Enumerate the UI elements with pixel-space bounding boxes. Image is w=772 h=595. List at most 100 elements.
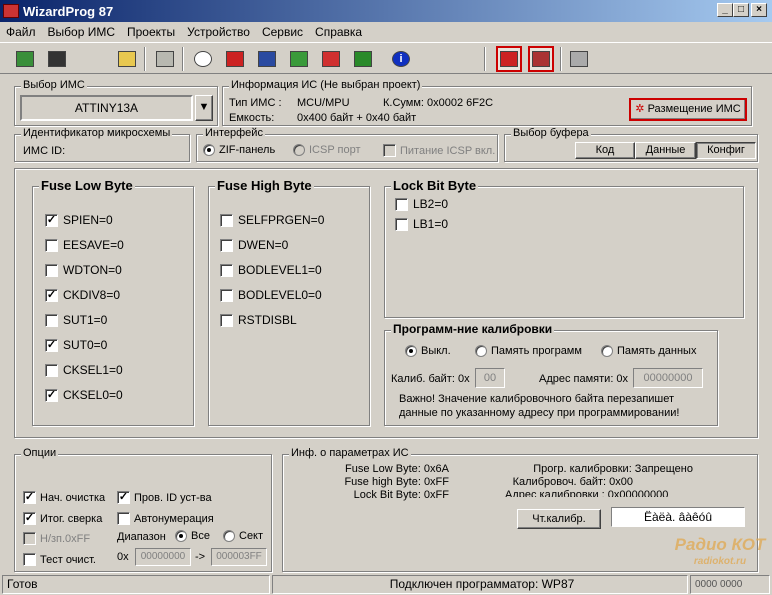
calib-off-radio-control[interactable] bbox=[405, 345, 417, 357]
fuse-high-check[interactable] bbox=[220, 288, 233, 302]
fuse-low-checkbox[interactable]: ✓ CKSEL0=0 bbox=[45, 388, 123, 402]
range-label: Диапазон bbox=[117, 531, 166, 543]
fuse-low-check[interactable] bbox=[45, 238, 58, 252]
lock-bit-checkbox[interactable]: LB2=0 bbox=[395, 197, 448, 211]
fuse-low-check[interactable]: ✓ bbox=[45, 213, 58, 227]
info-icon[interactable]: i bbox=[388, 46, 414, 72]
icsp-power-check[interactable] bbox=[383, 144, 396, 157]
lock-bit-checkbox[interactable]: LB1=0 bbox=[395, 217, 448, 231]
check-id-checkbox[interactable]: ✓ Пров. ID уст-ва bbox=[117, 491, 212, 504]
fuse-low-checkbox[interactable]: SUT1=0 bbox=[45, 313, 107, 327]
menu-service[interactable]: Сервис bbox=[256, 25, 309, 39]
autonumber-checkbox[interactable]: Автонумерация bbox=[117, 512, 214, 525]
calculator-icon[interactable] bbox=[152, 46, 178, 72]
fuse-high-checkbox[interactable]: SELFPRGEN=0 bbox=[220, 213, 324, 227]
test-clean-checkbox[interactable]: Тест очист. bbox=[23, 553, 96, 566]
calib-byte-input[interactable]: 00 bbox=[475, 368, 505, 388]
read-icon[interactable] bbox=[254, 46, 280, 72]
maximize-button[interactable]: □ bbox=[733, 3, 749, 17]
verify-icon[interactable] bbox=[350, 46, 376, 72]
minimize-button[interactable]: _ bbox=[717, 3, 733, 17]
menu-help[interactable]: Справка bbox=[309, 25, 368, 39]
save-icon[interactable] bbox=[44, 46, 70, 72]
final-verify-check[interactable]: ✓ bbox=[23, 512, 36, 525]
close-button[interactable]: × bbox=[751, 3, 767, 17]
fuse-low-checkbox[interactable]: ✓ SUT0=0 bbox=[45, 338, 107, 352]
menu-chip-select[interactable]: Выбор ИМС bbox=[42, 25, 121, 39]
range-all-radio[interactable]: Все bbox=[175, 530, 210, 542]
calib-off-radio[interactable]: Выкл. bbox=[405, 345, 451, 357]
range-all-label: Все bbox=[191, 530, 210, 542]
fuse-low-check[interactable]: ✓ bbox=[45, 288, 58, 302]
calib-data-mem-radio[interactable]: Память данных bbox=[601, 345, 696, 357]
auto-icon[interactable] bbox=[496, 46, 522, 72]
zif-radio[interactable]: ZIF-панель bbox=[203, 144, 275, 156]
h-zp-checkbox[interactable]: Н/зп.0xFF bbox=[23, 532, 90, 545]
fuse-high-check[interactable] bbox=[220, 263, 233, 277]
fuse-high-checkbox[interactable]: RSTDISBL bbox=[220, 313, 297, 327]
open-icon[interactable] bbox=[12, 46, 38, 72]
auto-erase-icon[interactable] bbox=[528, 46, 554, 72]
fuse-low-checkbox[interactable]: ✓ SPIEN=0 bbox=[45, 213, 113, 227]
fuse-low-checkbox[interactable]: CKSEL1=0 bbox=[45, 363, 123, 377]
folder-icon[interactable] bbox=[114, 46, 140, 72]
menu-device[interactable]: Устройство bbox=[181, 25, 256, 39]
read-id-icon[interactable] bbox=[190, 46, 216, 72]
erase-icon[interactable] bbox=[222, 46, 248, 72]
calib-data-mem-radio-control[interactable] bbox=[601, 345, 613, 357]
fuse-low-label: SUT0=0 bbox=[63, 338, 108, 352]
icsp-radio-control[interactable] bbox=[293, 144, 305, 156]
chip-select-value[interactable]: ATTINY13A bbox=[20, 95, 193, 121]
fuse-low-check[interactable] bbox=[45, 363, 58, 377]
fuse-low-checkbox[interactable]: ✓ CKDIV8=0 bbox=[45, 288, 120, 302]
range-to-input[interactable]: 000003FF bbox=[211, 548, 267, 566]
zif-radio-control[interactable] bbox=[203, 144, 215, 156]
read-calib-button[interactable]: Чт.калибр. bbox=[517, 509, 601, 529]
fuse-high-checkbox[interactable]: DWEN=0 bbox=[220, 238, 288, 252]
chevron-down-icon[interactable]: ▼ bbox=[195, 95, 213, 121]
placement-button[interactable]: ✲ Размещение ИМС bbox=[629, 98, 747, 121]
param-fuse-low: Fuse Low Byte: 0x6A bbox=[345, 463, 449, 475]
param-calib-addr-clip: Адрес калибровки : 0x00000000 bbox=[503, 489, 723, 497]
blank-check-icon[interactable] bbox=[286, 46, 312, 72]
autonumber-check[interactable] bbox=[117, 512, 130, 525]
icsp-power-label: Питание ICSP вкл. bbox=[400, 144, 496, 157]
icsp-power-checkbox[interactable]: Питание ICSP вкл. bbox=[383, 144, 495, 157]
buffer-config-button[interactable]: Конфиг bbox=[696, 142, 756, 159]
fuse-low-checkbox[interactable]: WDTON=0 bbox=[45, 263, 122, 277]
lock-bit-check[interactable] bbox=[395, 197, 408, 211]
fuse-low-check[interactable] bbox=[45, 313, 58, 327]
calib-addr-input[interactable]: 00000000 bbox=[633, 368, 703, 388]
fuse-low-check[interactable]: ✓ bbox=[45, 388, 58, 402]
buffer-data-button[interactable]: Данные bbox=[635, 142, 696, 159]
buffer-code-button[interactable]: Код bbox=[575, 142, 635, 159]
final-verify-checkbox[interactable]: ✓ Итог. сверка bbox=[23, 512, 102, 525]
menu-file[interactable]: Файл bbox=[0, 25, 42, 39]
program-icon[interactable] bbox=[318, 46, 344, 72]
calib-prog-mem-radio[interactable]: Память программ bbox=[475, 345, 582, 357]
clipboard-icon[interactable] bbox=[566, 46, 592, 72]
range-from-input[interactable]: 00000000 bbox=[135, 548, 191, 566]
test-clean-check[interactable] bbox=[23, 553, 36, 566]
check-id-check[interactable]: ✓ bbox=[117, 491, 130, 504]
fuse-low-check[interactable] bbox=[45, 263, 58, 277]
fuse-high-check[interactable] bbox=[220, 213, 233, 227]
icsp-radio[interactable]: ICSP порт bbox=[293, 144, 361, 156]
fuse-high-checkbox[interactable]: BODLEVEL1=0 bbox=[220, 263, 322, 277]
param-calib-addr: Адрес калибровки : 0x00000000 bbox=[505, 489, 669, 497]
fuse-high-title: Fuse High Byte bbox=[215, 178, 314, 193]
initial-clean-checkbox[interactable]: ✓ Нач. очистка bbox=[23, 491, 105, 504]
lock-bit-check[interactable] bbox=[395, 217, 408, 231]
initial-clean-check[interactable]: ✓ bbox=[23, 491, 36, 504]
h-zp-check[interactable] bbox=[23, 532, 36, 545]
calib-prog-mem-radio-control[interactable] bbox=[475, 345, 487, 357]
fuse-low-checkbox[interactable]: EESAVE=0 bbox=[45, 238, 124, 252]
range-sect-radio[interactable]: Сект bbox=[223, 530, 263, 542]
range-sect-radio-control[interactable] bbox=[223, 530, 235, 542]
menu-projects[interactable]: Проекты bbox=[121, 25, 181, 39]
fuse-high-check[interactable] bbox=[220, 313, 233, 327]
range-all-radio-control[interactable] bbox=[175, 530, 187, 542]
fuse-low-check[interactable]: ✓ bbox=[45, 338, 58, 352]
fuse-high-checkbox[interactable]: BODLEVEL0=0 bbox=[220, 288, 322, 302]
fuse-high-check[interactable] bbox=[220, 238, 233, 252]
